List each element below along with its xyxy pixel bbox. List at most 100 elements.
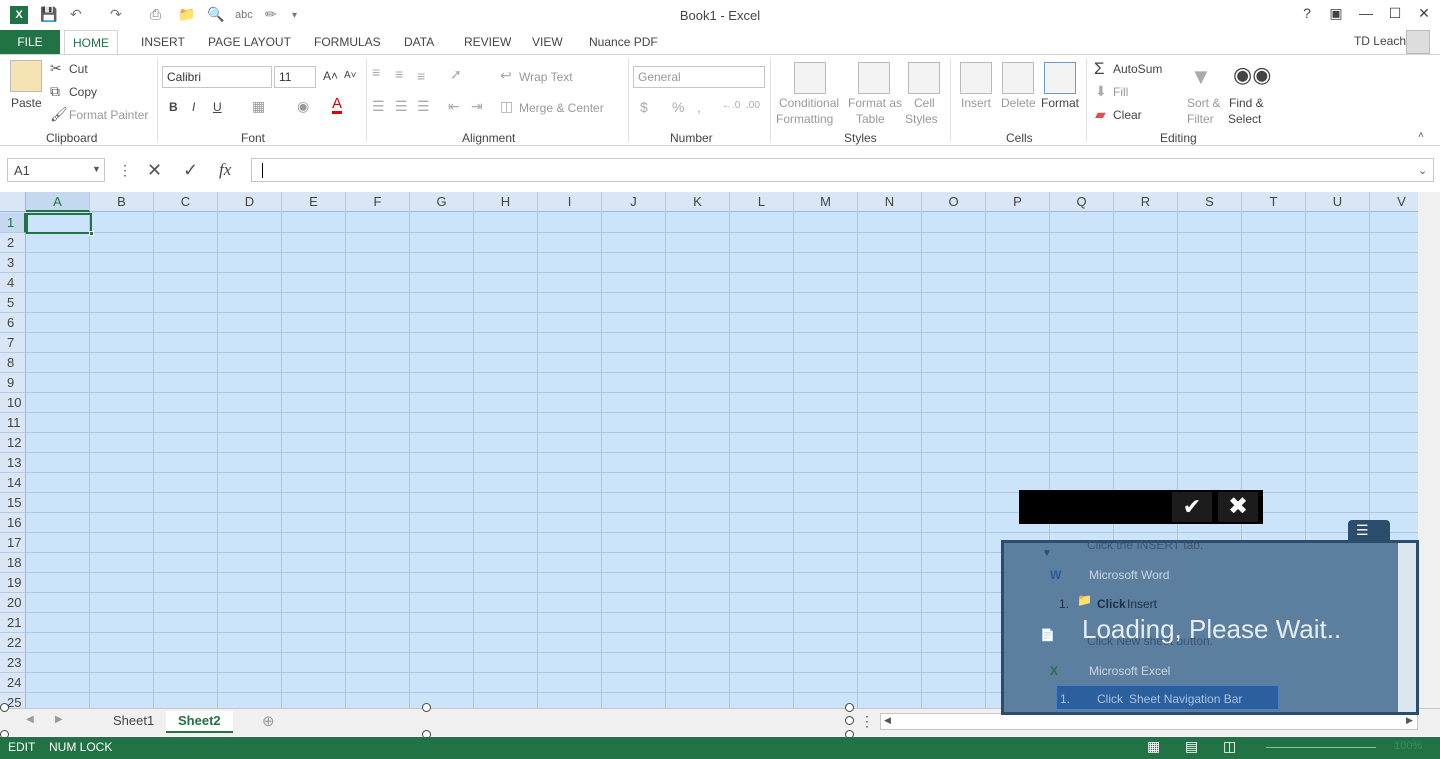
panel-menu-icon[interactable]: ☰ — [1356, 522, 1369, 539]
hscroll-right-icon[interactable]: ▶ — [1406, 715, 1413, 726]
hscroll-left-icon[interactable]: ◀ — [884, 715, 891, 726]
column-header-i[interactable]: I — [538, 192, 602, 212]
sheet-tab-sheet2[interactable]: Sheet2 — [166, 711, 233, 733]
row-header-20[interactable]: 20 — [0, 593, 26, 613]
column-header-k[interactable]: K — [666, 192, 730, 212]
tab-splitter-icon[interactable]: ⋮ — [860, 713, 874, 730]
format-cells-button[interactable]: Format — [1041, 96, 1079, 110]
font-size-combo[interactable]: 11 — [274, 66, 316, 88]
namebox-dropdown-icon[interactable]: ▼ — [92, 164, 101, 174]
tab-view[interactable]: VIEW — [524, 30, 571, 54]
align-right-icon[interactable]: ☰ — [417, 98, 430, 115]
number-format-combo[interactable]: General — [633, 66, 765, 88]
normal-view-icon[interactable]: ▦ — [1147, 738, 1160, 755]
comma-icon[interactable]: , — [697, 99, 701, 115]
resize-handle[interactable] — [422, 703, 431, 712]
row-header-10[interactable]: 10 — [0, 393, 26, 413]
percent-icon[interactable]: % — [672, 99, 684, 115]
row-header-17[interactable]: 17 — [0, 533, 26, 553]
column-header-l[interactable]: L — [730, 192, 794, 212]
align-center-icon[interactable]: ☰ — [395, 98, 408, 115]
column-header-d[interactable]: D — [218, 192, 282, 212]
maximize-icon[interactable]: ☐ — [1385, 5, 1405, 22]
conditional-formatting-label-1[interactable]: Conditional — [779, 96, 839, 110]
zoom-slider[interactable] — [1266, 747, 1376, 748]
new-sheet-icon[interactable]: ⊕ — [262, 712, 275, 730]
close-icon[interactable]: ✕ — [1414, 5, 1434, 22]
reject-button[interactable]: ✖ — [1218, 492, 1258, 522]
column-header-p[interactable]: P — [986, 192, 1050, 212]
align-left-icon[interactable]: ☰ — [372, 98, 385, 115]
row-header-6[interactable]: 6 — [0, 313, 26, 333]
column-header-t[interactable]: T — [1242, 192, 1306, 212]
cut-button[interactable]: Cut — [69, 62, 88, 76]
select-all-corner[interactable] — [0, 192, 26, 212]
shrink-font-icon[interactable]: A˅ — [344, 70, 357, 81]
row-header-7[interactable]: 7 — [0, 333, 26, 353]
user-name[interactable]: TD Leach — [1354, 34, 1406, 48]
row-header-21[interactable]: 21 — [0, 613, 26, 633]
resize-handle[interactable] — [845, 716, 854, 725]
tab-home[interactable]: HOME — [64, 30, 118, 55]
underline-button[interactable]: U — [213, 100, 222, 114]
column-header-a[interactable]: A — [26, 192, 90, 212]
find-select-label-2[interactable]: Select — [1228, 112, 1261, 126]
page-break-view-icon[interactable]: ◫ — [1223, 738, 1236, 755]
resize-handle[interactable] — [0, 703, 9, 712]
row-header-2[interactable]: 2 — [0, 233, 26, 253]
row-header-24[interactable]: 24 — [0, 673, 26, 693]
autosum-button[interactable]: AutoSum — [1113, 62, 1162, 76]
row-header-22[interactable]: 22 — [0, 633, 26, 653]
column-header-j[interactable]: J — [602, 192, 666, 212]
accept-button[interactable]: ✔ — [1172, 492, 1212, 522]
row-header-9[interactable]: 9 — [0, 373, 26, 393]
copy-button[interactable]: Copy — [69, 85, 97, 99]
panel-scrollbar[interactable] — [1398, 543, 1416, 712]
row-header-23[interactable]: 23 — [0, 653, 26, 673]
row-header-11[interactable]: 11 — [0, 413, 26, 433]
row-header-8[interactable]: 8 — [0, 353, 26, 373]
orientation-icon[interactable]: ➚ — [450, 66, 462, 83]
find-select-label-1[interactable]: Find & — [1229, 96, 1264, 110]
cell-styles-label-1[interactable]: Cell — [914, 96, 935, 110]
tab-nuance-pdf[interactable]: Nuance PDF — [581, 30, 666, 54]
sheet-next-icon[interactable]: ▶ — [55, 714, 63, 725]
selected-cell[interactable] — [26, 213, 92, 234]
name-box[interactable]: A1 — [7, 158, 105, 182]
tab-formulas[interactable]: FORMULAS — [306, 30, 389, 54]
fill-button[interactable]: Fill — [1113, 85, 1128, 99]
vertical-scrollbar[interactable] — [1418, 192, 1440, 708]
column-header-q[interactable]: Q — [1050, 192, 1114, 212]
format-painter-button[interactable]: Format Painter — [69, 108, 148, 122]
ribbon-display-icon[interactable]: ▣ — [1326, 5, 1346, 22]
row-header-5[interactable]: 5 — [0, 293, 26, 313]
collapse-ribbon-icon[interactable]: ˄ — [1418, 130, 1424, 141]
column-header-b[interactable]: B — [90, 192, 154, 212]
row-header-14[interactable]: 14 — [0, 473, 26, 493]
insert-cells-button[interactable]: Insert — [961, 96, 991, 110]
font-color-icon[interactable]: A — [332, 96, 343, 114]
tab-data[interactable]: DATA — [396, 30, 442, 54]
row-header-3[interactable]: 3 — [0, 253, 26, 273]
clear-button[interactable]: Clear — [1113, 108, 1142, 122]
row-header-13[interactable]: 13 — [0, 453, 26, 473]
paste-button[interactable]: Paste — [11, 96, 42, 110]
row-header-12[interactable]: 12 — [0, 433, 26, 453]
insert-function-button[interactable]: fx — [219, 160, 231, 180]
horizontal-scrollbar[interactable] — [880, 713, 1418, 730]
page-layout-view-icon[interactable]: ▤ — [1185, 738, 1198, 755]
panel-handle[interactable] — [1348, 520, 1390, 542]
sheet-tab-sheet1[interactable]: Sheet1 — [101, 711, 166, 733]
sort-filter-label-1[interactable]: Sort & — [1187, 96, 1220, 110]
wrap-text-button[interactable]: Wrap Text — [519, 70, 573, 84]
zoom-level[interactable]: 100% — [1394, 740, 1422, 752]
italic-button[interactable]: I — [192, 100, 195, 114]
font-name-combo[interactable]: Calibri — [162, 66, 272, 88]
row-header-1[interactable]: 1 — [0, 213, 26, 233]
help-icon[interactable]: ? — [1297, 5, 1317, 21]
column-header-g[interactable]: G — [410, 192, 474, 212]
border-icon[interactable]: ▦ — [252, 98, 265, 115]
increase-decimal-icon[interactable]: ←.0 — [722, 100, 740, 111]
increase-indent-icon[interactable]: ⇥ — [471, 98, 483, 115]
conditional-formatting-label-2[interactable]: Formatting — [776, 112, 833, 126]
